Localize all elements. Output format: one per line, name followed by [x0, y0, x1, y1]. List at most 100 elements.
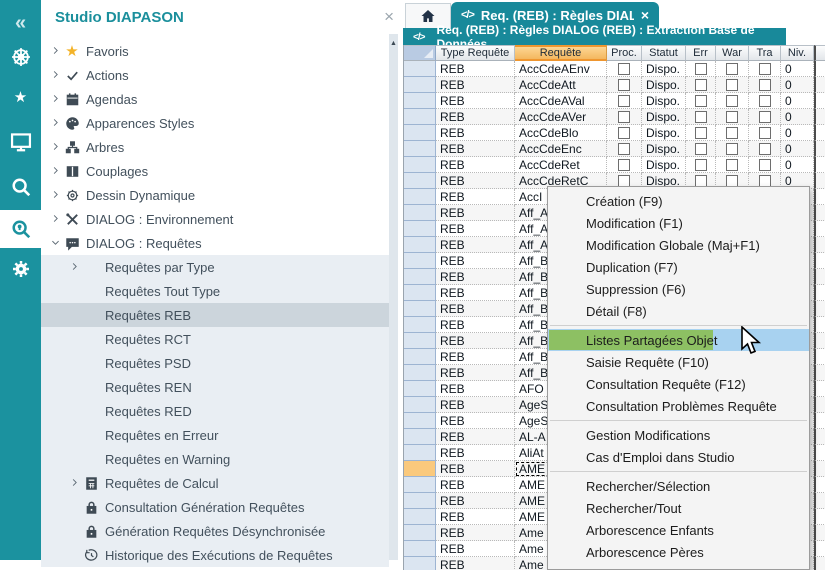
row-header[interactable] [404, 189, 436, 205]
chevron-right-icon[interactable] [67, 476, 81, 491]
checkbox-unchecked[interactable] [726, 159, 738, 171]
chevron-right-icon[interactable] [48, 44, 62, 59]
cell-statut[interactable]: Dispo. [642, 125, 686, 141]
checkbox-unchecked[interactable] [759, 63, 771, 75]
chevron-right-icon[interactable] [67, 260, 81, 275]
cell-type-requete[interactable]: REB [436, 349, 515, 365]
menu-item-gestion-modifications[interactable]: Gestion Modifications [548, 424, 809, 446]
cell-requete[interactable]: AccCdeAEnv [515, 61, 607, 77]
tree-item-couplages[interactable]: Couplages [41, 159, 389, 183]
column-header-type-requ-te[interactable]: Type Requête [436, 45, 515, 61]
cell-clipped[interactable] [814, 221, 825, 237]
monitor-icon[interactable] [0, 123, 41, 161]
column-header-requ-te[interactable]: Requête [515, 45, 607, 61]
cell-war[interactable] [716, 77, 749, 93]
cell-err[interactable] [686, 77, 716, 93]
cell-type-requete[interactable]: REB [436, 541, 515, 557]
table-row[interactable]: REBAccCdeAVerDispo.0 [404, 109, 825, 125]
checkbox-unchecked[interactable] [759, 95, 771, 107]
row-header-selected[interactable] [404, 461, 436, 477]
table-row[interactable]: REBAccCdeAEnvDispo.0 [404, 61, 825, 77]
cell-clipped[interactable] [814, 157, 825, 173]
cell-requete[interactable]: AccCdeRet [515, 157, 607, 173]
cell-clipped[interactable] [814, 381, 825, 397]
row-header[interactable] [404, 397, 436, 413]
menu-item-cr-ation-f9-[interactable]: Création (F9) [548, 190, 809, 212]
checkbox-unchecked[interactable] [618, 159, 630, 171]
cell-clipped[interactable] [814, 77, 825, 93]
tree-item-agendas[interactable]: Agendas [41, 87, 389, 111]
cell-war[interactable] [716, 141, 749, 157]
cell-clipped[interactable] [814, 141, 825, 157]
row-header[interactable] [404, 365, 436, 381]
menu-item-consultation-probl-mes-requ-te[interactable]: Consultation Problèmes Requête [548, 395, 809, 417]
checkbox-unchecked[interactable] [695, 175, 707, 187]
cell-clipped[interactable] [814, 557, 825, 570]
tree-item-requ-tes-red[interactable]: Requêtes RED [41, 399, 389, 423]
row-header[interactable] [404, 125, 436, 141]
cell-clipped[interactable] [814, 109, 825, 125]
wheel-icon[interactable] [0, 38, 41, 76]
cell-statut[interactable]: Dispo. [642, 77, 686, 93]
checkbox-unchecked[interactable] [695, 143, 707, 155]
column-header-proc-[interactable]: Proc. [607, 45, 642, 61]
checkbox-unchecked[interactable] [759, 143, 771, 155]
tree-item-consultation-g-n-ration-requ-tes[interactable]: Consultation Génération Requêtes [41, 495, 389, 519]
menu-item-d-tail-f8-[interactable]: Détail (F8) [548, 300, 809, 322]
checkbox-unchecked[interactable] [618, 79, 630, 91]
cell-type-requete[interactable]: REB [436, 77, 515, 93]
cell-proc[interactable] [607, 61, 642, 77]
cell-tra[interactable] [749, 61, 781, 77]
tree-item-requ-tes-psd[interactable]: Requêtes PSD [41, 351, 389, 375]
row-header[interactable] [404, 253, 436, 269]
cell-type-requete[interactable]: REB [436, 317, 515, 333]
cell-niv[interactable]: 0 [781, 61, 814, 77]
checkbox-unchecked[interactable] [726, 111, 738, 123]
cell-err[interactable] [686, 141, 716, 157]
sidebar-close-icon[interactable]: × [384, 8, 394, 25]
row-header[interactable] [404, 413, 436, 429]
cell-type-requete[interactable]: REB [436, 61, 515, 77]
cell-proc[interactable] [607, 77, 642, 93]
cell-clipped[interactable] [814, 93, 825, 109]
cell-war[interactable] [716, 109, 749, 125]
table-row[interactable]: REBAccCdeAttDispo.0 [404, 77, 825, 93]
checkbox-unchecked[interactable] [759, 175, 771, 187]
row-header[interactable] [404, 349, 436, 365]
tree-item-dessin-dynamique[interactable]: Dessin Dynamique [41, 183, 389, 207]
cell-clipped[interactable] [814, 461, 825, 477]
cell-tra[interactable] [749, 109, 781, 125]
menu-item-rechercher-s-lection[interactable]: Rechercher/Sélection [548, 475, 809, 497]
tree-item-arbres[interactable]: Arbres [41, 135, 389, 159]
menu-item-rechercher-tout[interactable]: Rechercher/Tout [548, 497, 809, 519]
tab-close-icon[interactable]: × [641, 7, 649, 23]
cell-niv[interactable]: 0 [781, 109, 814, 125]
checkbox-unchecked[interactable] [726, 95, 738, 107]
row-header[interactable] [404, 477, 436, 493]
cell-err[interactable] [686, 157, 716, 173]
cell-type-requete[interactable]: REB [436, 173, 515, 189]
checkbox-unchecked[interactable] [726, 143, 738, 155]
menu-item-cas-d-emploi-dans-studio[interactable]: Cas d'Emploi dans Studio [548, 446, 809, 468]
cell-war[interactable] [716, 157, 749, 173]
checkbox-unchecked[interactable] [695, 63, 707, 75]
chevron-right-icon[interactable] [48, 188, 62, 203]
tree-item-requ-tes-rct[interactable]: Requêtes RCT [41, 327, 389, 351]
menu-item-arborescence-p-res[interactable]: Arborescence Pères [548, 541, 809, 563]
cell-statut[interactable]: Dispo. [642, 109, 686, 125]
chevron-down-icon[interactable] [48, 236, 62, 251]
row-header[interactable] [404, 317, 436, 333]
cell-type-requete[interactable]: REB [436, 557, 515, 570]
cell-proc[interactable] [607, 157, 642, 173]
sidebar-scrollbar[interactable]: ▲ [389, 34, 398, 560]
cell-clipped[interactable] [814, 173, 825, 189]
tree-item-requ-tes-reb[interactable]: Requêtes REB [41, 303, 389, 327]
row-header[interactable] [404, 109, 436, 125]
cell-type-requete[interactable]: REB [436, 237, 515, 253]
cell-type-requete[interactable]: REB [436, 221, 515, 237]
row-header[interactable] [404, 429, 436, 445]
row-header[interactable] [404, 269, 436, 285]
cell-type-requete[interactable]: REB [436, 93, 515, 109]
search-icon[interactable] [0, 168, 41, 206]
cell-clipped[interactable] [814, 269, 825, 285]
